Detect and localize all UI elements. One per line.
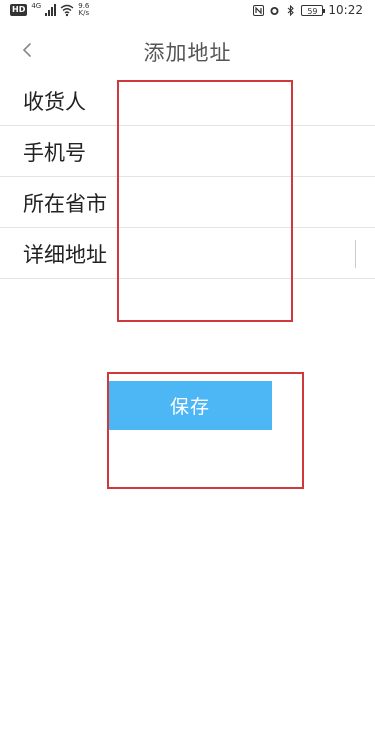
form-row-phone: 手机号 — [0, 126, 375, 177]
status-right: 59 10:22 — [253, 3, 363, 17]
network-speed-unit: K/s — [78, 9, 90, 17]
status-bar: HD 4G 9.6 K/s 59 10:22 — [0, 0, 375, 22]
page-title: 添加地址 — [143, 41, 232, 65]
form-row-province-city: 所在省市 — [0, 177, 375, 228]
phone-label: 手机号 — [23, 141, 86, 165]
status-time: 10:22 — [328, 3, 363, 17]
save-button[interactable]: 保存 — [108, 381, 272, 430]
recipient-input[interactable] — [120, 83, 360, 117]
network-speed: 9.6 K/s — [78, 3, 89, 17]
signal-bars-icon — [45, 4, 57, 16]
nfc-icon — [253, 4, 265, 16]
form-row-detail-address: 详细地址 — [0, 228, 375, 279]
alarm-icon — [270, 6, 279, 15]
status-left: HD 4G 9.6 K/s — [10, 2, 89, 17]
wifi-icon — [60, 4, 74, 17]
detail-address-label: 详细地址 — [23, 243, 107, 267]
form-row-recipient: 收货人 — [0, 75, 375, 126]
province-city-label: 所在省市 — [23, 192, 107, 216]
detail-address-input[interactable] — [120, 236, 360, 270]
network-type-label: 4G — [31, 2, 42, 10]
text-cursor — [355, 240, 356, 268]
header: 添加地址 — [0, 24, 375, 78]
add-address-page: HD 4G 9.6 K/s 59 10:22 添加地址 收货人 手机号 所在省市… — [0, 0, 375, 756]
hd-badge: HD — [10, 4, 28, 16]
recipient-label: 收货人 — [23, 90, 86, 114]
battery-level: 59 — [307, 6, 318, 16]
battery-icon: 59 — [301, 4, 326, 16]
address-form: 收货人 手机号 所在省市 详细地址 — [0, 75, 375, 279]
phone-input[interactable] — [120, 134, 360, 168]
province-city-input[interactable] — [120, 185, 360, 219]
bluetooth-icon — [288, 4, 295, 16]
